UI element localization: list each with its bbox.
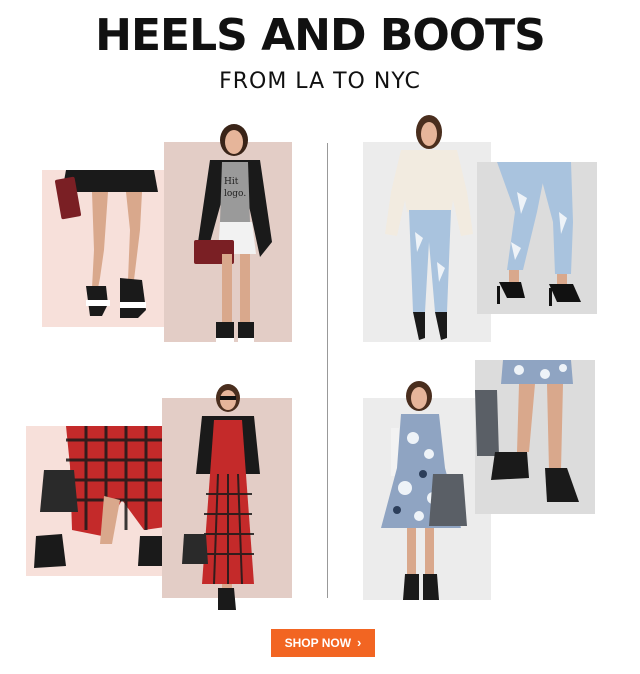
headline: HEELS AND BOOTS [95,10,546,61]
outfit-photo-nyc-bottom-model[interactable] [363,378,491,610]
svg-text:logo.: logo. [224,189,246,199]
center-divider [327,143,328,598]
outfit-photo-la-bottom-closeup[interactable] [26,426,176,576]
outfit-photo-la-top-model[interactable]: Hit logo. [164,122,292,357]
shop-now-label: SHOP NOW [284,636,352,650]
outfit-photo-nyc-top-model[interactable] [363,112,491,352]
subheadline: FROM LA TO NYC [219,69,421,94]
svg-text:Hit: Hit [224,177,239,187]
chevron-right-icon: › [357,635,362,650]
outfit-photo-la-bottom-model[interactable] [162,384,292,612]
outfit-photo-nyc-top-closeup[interactable] [477,162,597,314]
outfit-photo-nyc-bottom-closeup[interactable] [475,360,595,514]
shop-now-button[interactable]: SHOP NOW › [271,629,375,657]
outfit-photo-la-top-closeup[interactable] [42,170,172,327]
